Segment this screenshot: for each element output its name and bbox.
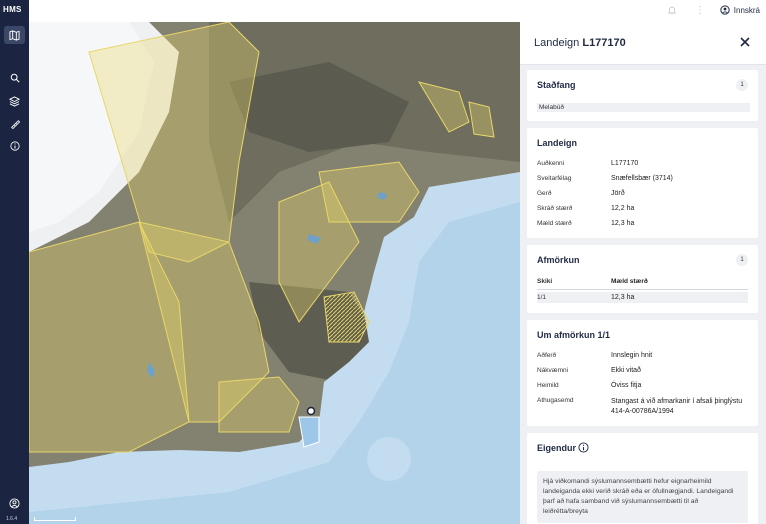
search-button[interactable] <box>4 69 25 87</box>
landeign-label: Skráð stærð <box>537 205 573 212</box>
top-bar: Innskrá <box>29 0 766 23</box>
afmorkun-count: 1 <box>736 254 748 266</box>
landeign-label: Auðkenni <box>537 160 565 167</box>
landeign-card: Landeign Auðkenni L177170 Sveitarfélag S… <box>527 128 758 238</box>
login-button[interactable]: Innskrá <box>720 5 760 15</box>
layers-button[interactable] <box>4 92 25 110</box>
details-panel: Landeign L177170 Staðfang 1 Melabúð Land… <box>520 22 766 524</box>
more-vertical-icon[interactable] <box>697 5 703 15</box>
scale-bar <box>34 517 76 521</box>
um-afmorkun-value: Óviss fitja <box>611 382 642 389</box>
sidebar: HMS 1.6.4 <box>0 0 29 524</box>
afmorkun-row[interactable] <box>537 292 748 303</box>
afmorkun-row-size: 12,3 ha <box>611 294 635 301</box>
aerial-map <box>29 22 520 524</box>
um-afmorkun-value: Stangast á við afmarkanir í afsali þingl… <box>611 398 743 415</box>
um-afmorkun-value: Innslegin hnit <box>611 352 653 359</box>
panel-title-id: L177170 <box>582 37 626 49</box>
panel-title: Landeign L177170 <box>534 37 626 49</box>
landeign-value: 12,3 ha <box>611 220 635 227</box>
um-afmorkun-label: Aðferð <box>537 352 557 359</box>
map-button[interactable] <box>4 26 25 44</box>
landeign-title: Landeign <box>537 138 577 148</box>
landeign-value: Jörð <box>611 190 625 197</box>
user-circle-icon <box>720 5 730 15</box>
landeign-value: 12,2 ha <box>611 205 635 212</box>
ruler-icon <box>10 120 20 129</box>
um-afmorkun-label: Athugasemd <box>537 397 574 404</box>
user-circle-icon <box>9 497 20 509</box>
afmorkun-card: Afmörkun 1 Skiki Mæld stærð 1/1 12,3 ha <box>527 245 758 313</box>
info-icon[interactable] <box>578 442 589 453</box>
landeign-label: Mæld stærð <box>537 220 572 227</box>
search-icon <box>10 73 20 83</box>
divider <box>537 289 748 290</box>
panel-title-prefix: Landeign <box>534 37 580 49</box>
info-icon <box>9 141 20 151</box>
map-canvas[interactable] <box>29 22 520 524</box>
eigendur-card: Eigendur Hjá viðkomandi sýslumannsembætt… <box>527 433 758 524</box>
login-label: Innskrá <box>733 5 760 15</box>
info-button[interactable] <box>4 137 25 155</box>
landeign-label: Sveitarfélag <box>537 175 572 182</box>
landeign-value: Snæfellsbær (3714) <box>611 175 673 182</box>
um-afmorkun-title: Um afmörkun 1/1 <box>537 330 611 340</box>
close-icon[interactable] <box>738 35 752 49</box>
layers-icon <box>9 95 20 107</box>
um-afmorkun-label: Nákvæmni <box>537 367 569 374</box>
afmorkun-col-skiki: Skiki <box>537 278 553 285</box>
landeign-value: L177170 <box>611 160 639 167</box>
bell-icon[interactable] <box>667 5 677 15</box>
map-icon <box>9 29 20 41</box>
stadfang-value[interactable]: Melabúð <box>537 103 750 112</box>
eigendur-title: Eigendur <box>537 443 577 453</box>
um-afmorkun-card: Um afmörkun 1/1 Aðferð Innslegin hnit Ná… <box>527 320 758 426</box>
hms-logo: HMS <box>3 5 22 14</box>
stadfang-count: 1 <box>736 79 748 91</box>
um-afmorkun-value: Ekki vitað <box>611 367 641 374</box>
eigendur-notice: Hjá viðkomandi sýslumannsembætti hefur e… <box>537 471 748 523</box>
stadfang-title: Staðfang <box>537 80 576 90</box>
landeign-label: Gerð <box>537 190 552 197</box>
stadfang-card: Staðfang 1 Melabúð <box>527 70 758 121</box>
afmorkun-row-skiki: 1/1 <box>537 294 547 301</box>
account-button[interactable] <box>4 494 25 512</box>
afmorkun-title: Afmörkun <box>537 255 580 265</box>
um-afmorkun-label: Heimild <box>537 382 559 389</box>
afmorkun-col-size: Mæld stærð <box>611 278 648 285</box>
measure-button[interactable] <box>4 115 25 133</box>
panel-header: Landeign L177170 <box>520 22 766 65</box>
app-version: 1.6.4 <box>6 516 18 522</box>
